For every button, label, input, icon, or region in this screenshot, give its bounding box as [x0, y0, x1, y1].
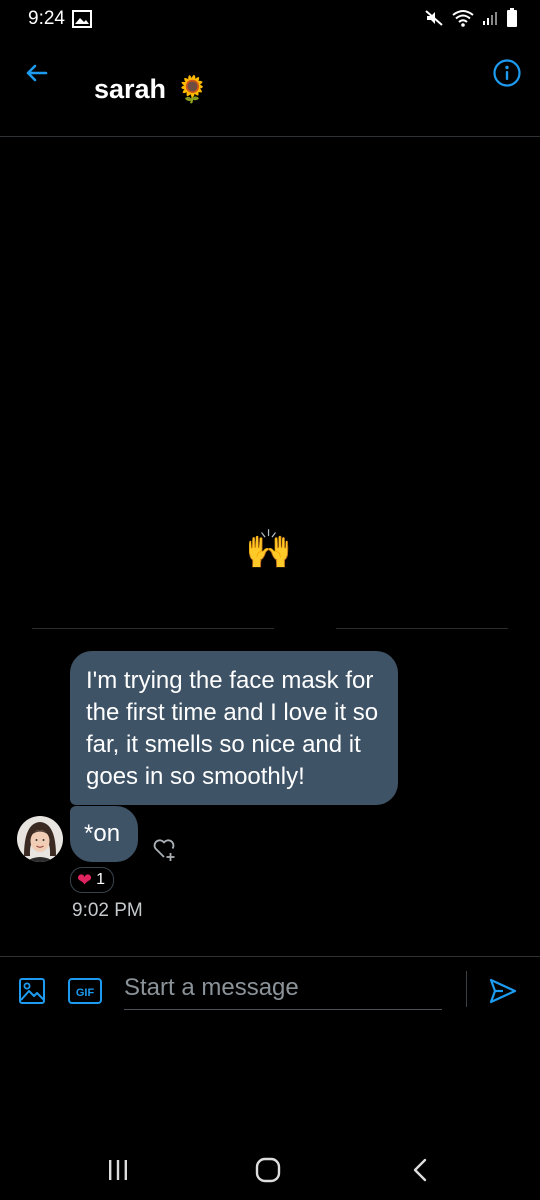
status-time: 9:24: [28, 8, 65, 29]
gif-label: GIF: [76, 987, 95, 999]
mute-icon: [424, 9, 444, 32]
battery-icon: [506, 8, 518, 33]
status-bar: 9:24: [0, 0, 540, 36]
signal-icon: [482, 10, 498, 31]
reaction-count: 1: [96, 871, 105, 888]
heart-icon: ❤: [77, 870, 93, 890]
divider: [32, 628, 274, 629]
info-icon[interactable]: [492, 58, 522, 88]
message-timestamp: 9:02 PM: [72, 900, 143, 921]
add-reaction-icon[interactable]: [150, 834, 180, 864]
gif-icon[interactable]: GIF: [68, 978, 102, 1004]
reaction-pill[interactable]: ❤ 1: [70, 867, 114, 893]
composer-divider: [466, 971, 467, 1007]
wifi-icon: [452, 9, 474, 32]
back-arrow-icon[interactable]: [22, 58, 52, 88]
conversation-header: sarah 🌻: [0, 36, 540, 137]
home-icon[interactable]: [255, 1157, 281, 1188]
contact-name[interactable]: sarah 🌻: [94, 74, 208, 105]
gallery-notification-icon: [72, 10, 92, 33]
message-bubble[interactable]: *on: [70, 806, 138, 862]
contact-name-text: sarah: [94, 74, 167, 104]
sunflower-emoji: 🌻: [176, 74, 209, 104]
system-nav-bar: [0, 1140, 540, 1200]
image-icon[interactable]: [18, 977, 46, 1005]
emoji-message[interactable]: 🙌: [245, 528, 292, 572]
message-input[interactable]: [124, 967, 442, 1010]
send-icon[interactable]: [487, 975, 519, 1007]
recents-icon[interactable]: [106, 1158, 130, 1187]
status-icons: [424, 8, 518, 33]
message-bubble[interactable]: I'm trying the face mask for the first t…: [70, 651, 398, 805]
avatar[interactable]: [17, 816, 63, 862]
back-icon[interactable]: [410, 1157, 430, 1188]
divider: [336, 628, 508, 629]
message-composer: GIF: [0, 956, 540, 1021]
